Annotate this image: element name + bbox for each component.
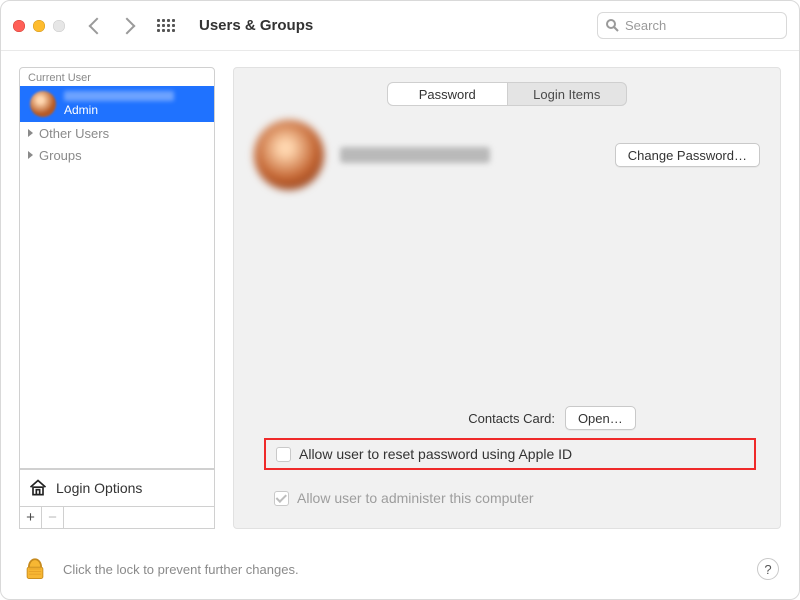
avatar-large[interactable]: [254, 120, 324, 190]
current-user-role: Admin: [64, 103, 174, 117]
remove-user-button: −: [42, 507, 64, 528]
nav-buttons: [91, 20, 133, 32]
show-all-icon[interactable]: [157, 19, 175, 32]
contacts-card-label: Contacts Card:: [468, 411, 555, 426]
main-panel: Password Login Items Change Password… Co…: [233, 67, 781, 529]
sidebar: Current User Admin Other Users Groups: [19, 67, 215, 529]
search-icon: [606, 19, 619, 32]
add-user-button[interactable]: +: [20, 507, 42, 528]
change-password-button[interactable]: Change Password…: [615, 143, 760, 167]
window-title: Users & Groups: [199, 17, 313, 34]
body: Current User Admin Other Users Groups: [1, 51, 799, 539]
avatar: [30, 91, 56, 117]
reset-appleid-checkbox[interactable]: [276, 447, 291, 462]
search-placeholder: Search: [625, 18, 666, 33]
titlebar: Users & Groups Search: [1, 1, 799, 51]
lock-hint-text: Click the lock to prevent further change…: [63, 562, 299, 577]
back-button[interactable]: [89, 17, 106, 34]
preferences-window: Users & Groups Search Current User Admin: [0, 0, 800, 600]
reset-appleid-label: Allow user to reset password using Apple…: [299, 446, 572, 462]
login-options-button[interactable]: Login Options: [19, 469, 215, 507]
administer-checkbox: [274, 491, 289, 506]
administer-row: Allow user to administer this computer: [274, 490, 534, 506]
disclosure-icon: [28, 151, 33, 159]
window-controls: [13, 20, 65, 32]
login-options-label: Login Options: [56, 480, 142, 496]
user-fullname: [340, 147, 490, 163]
lock-icon[interactable]: [21, 554, 49, 585]
groups-label: Groups: [39, 148, 82, 163]
current-user-name: [64, 91, 174, 101]
other-users-row[interactable]: Other Users: [20, 122, 214, 144]
tab-login-items[interactable]: Login Items: [508, 82, 628, 106]
disclosure-icon: [28, 129, 33, 137]
house-icon: [28, 478, 48, 498]
zoom-window-button[interactable]: [53, 20, 65, 32]
reset-password-appleid-row[interactable]: Allow user to reset password using Apple…: [264, 438, 756, 470]
close-window-button[interactable]: [13, 20, 25, 32]
add-remove-row: + −: [19, 507, 215, 529]
tab-password[interactable]: Password: [387, 82, 508, 106]
groups-row[interactable]: Groups: [20, 144, 214, 166]
footer: Click the lock to prevent further change…: [1, 539, 799, 599]
open-contacts-button[interactable]: Open…: [565, 406, 636, 430]
contacts-card-row: Contacts Card: Open…: [234, 406, 780, 430]
current-user-text: Admin: [64, 91, 174, 117]
forward-button[interactable]: [119, 17, 136, 34]
current-user-row[interactable]: Admin: [20, 86, 214, 122]
help-button[interactable]: ?: [757, 558, 779, 580]
user-header-row: Change Password…: [254, 120, 760, 190]
other-users-label: Other Users: [39, 126, 109, 141]
user-list: Current User Admin Other Users Groups: [19, 67, 215, 469]
current-user-header: Current User: [20, 68, 214, 86]
minimize-window-button[interactable]: [33, 20, 45, 32]
search-field[interactable]: Search: [597, 12, 787, 39]
administer-label: Allow user to administer this computer: [297, 490, 534, 506]
tabs: Password Login Items: [387, 82, 627, 106]
